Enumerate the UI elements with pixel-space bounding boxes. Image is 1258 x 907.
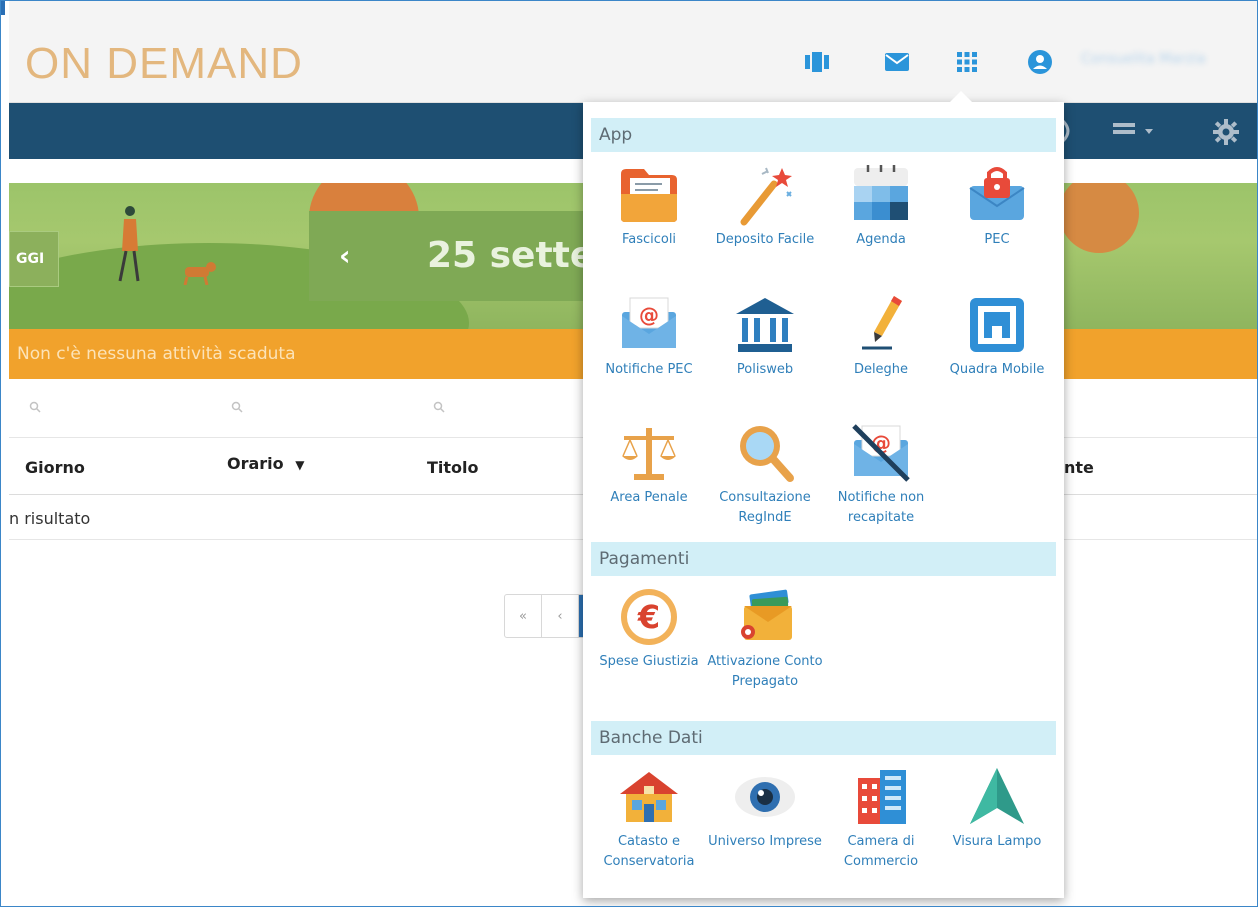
sort-desc-icon[interactable]: ▼	[295, 458, 304, 472]
tile-label: Universo Imprese	[708, 834, 822, 849]
previous-page-button[interactable]: ‹	[542, 595, 579, 637]
tile-label: Notifiche non recapitate	[837, 490, 925, 525]
column-header-orario[interactable]: Orario ▼	[227, 454, 304, 473]
app-quadra-mobile[interactable]: Quadra Mobile	[939, 292, 1055, 380]
tile-label: Visura Lampo	[952, 834, 1042, 849]
locked-mail-icon	[969, 167, 1025, 220]
tile-label: Quadra Mobile	[949, 362, 1045, 377]
courthouse-icon	[736, 298, 794, 352]
apps-dropdown: App Fascicoli Deposito Facile Agenda PEC…	[583, 102, 1064, 898]
no-results-text: n risultato	[9, 509, 91, 528]
dropdown-caret	[949, 91, 973, 103]
search-icon[interactable]	[433, 401, 445, 413]
tile-label: Deposito Facile	[715, 232, 815, 247]
visura-icon	[970, 768, 1024, 824]
app-window: ON DEMAND Consuelita Marzia GGI ‹ 25 set…	[0, 0, 1258, 907]
tile-label: Spese Giustizia	[599, 654, 699, 669]
app-area-penale[interactable]: Area Penale	[591, 420, 707, 508]
tile-label: Area Penale	[610, 490, 688, 505]
list-menu-icon[interactable]	[1113, 121, 1157, 141]
tile-label: Agenda	[856, 232, 906, 247]
app-catasto-e-conservatoria[interactable]: Catasto e Conservatoria	[591, 764, 707, 872]
gear-icon[interactable]	[1213, 119, 1239, 145]
section-pagamenti: Pagamenti	[591, 542, 1056, 576]
euro-icon: €	[621, 589, 677, 645]
mail-icon[interactable]	[884, 49, 910, 75]
tile-label: Attivazione Conto Prepagato	[707, 654, 823, 689]
magnifier-icon	[740, 426, 794, 482]
section-banche-dati: Banche Dati	[591, 721, 1056, 755]
tile-label: Notifiche PEC	[605, 362, 693, 377]
banner-tree-right	[1059, 183, 1139, 253]
previous-date-button[interactable]: ‹	[339, 239, 351, 272]
dog-illustration	[183, 262, 216, 285]
app-attivazione-conto-prepagato[interactable]: Attivazione Conto Prepagato	[707, 584, 823, 692]
search-icon[interactable]	[29, 401, 41, 413]
app-universo-imprese[interactable]: Universo Imprese	[707, 764, 823, 852]
app-agenda[interactable]: Agenda	[823, 162, 939, 250]
eye-icon	[735, 777, 795, 817]
presentation-icon[interactable]	[804, 49, 830, 75]
quadra-icon	[970, 298, 1024, 352]
window-accent	[1, 1, 5, 15]
column-header-titolo[interactable]: Titolo	[427, 458, 479, 477]
app-visura-lampo[interactable]: Visura Lampo	[939, 764, 1055, 852]
tile-label: Polisweb	[736, 362, 794, 377]
top-header: ON DEMAND Consuelita Marzia	[9, 1, 1257, 103]
undelivered-mail-icon: @	[852, 424, 910, 482]
app-consultazione-reginde[interactable]: Consultazione RegIndE	[707, 420, 823, 528]
user-name[interactable]: Consuelita Marzia	[1081, 51, 1257, 73]
scales-icon	[622, 428, 676, 480]
pencil-icon	[862, 296, 902, 350]
app-notifiche-pec[interactable]: @ Notifiche PEC	[591, 292, 707, 380]
first-page-button[interactable]: «	[505, 595, 542, 637]
house-icon	[620, 772, 678, 822]
today-button[interactable]: GGI	[9, 231, 59, 287]
folder-icon	[621, 169, 677, 222]
user-icon[interactable]	[1027, 49, 1053, 75]
brand-logo[interactable]: ON DEMAND	[25, 39, 303, 89]
app-camera-di-commercio[interactable]: Camera di Commercio	[823, 764, 939, 872]
app-spese-giustizia[interactable]: € Spese Giustizia	[591, 584, 707, 672]
app-pec[interactable]: PEC	[939, 162, 1055, 250]
app-deleghe[interactable]: Deleghe	[823, 292, 939, 380]
section-app: App	[591, 118, 1056, 152]
walker-illustration	[118, 206, 140, 282]
buildings-icon	[858, 770, 906, 824]
app-notifiche-non-recapitate[interactable]: @ Notifiche non recapitate	[823, 420, 939, 528]
pagination: « ‹	[504, 594, 588, 638]
wallet-icon	[741, 589, 792, 640]
tile-label: Fascicoli	[621, 232, 677, 247]
at-mail-icon: @	[622, 297, 676, 348]
alert-message: Non c'è nessuna attività scaduta	[17, 344, 296, 364]
tile-label: Consultazione RegIndE	[719, 490, 811, 525]
svg-text:€: €	[637, 598, 660, 636]
search-icon[interactable]	[231, 401, 243, 413]
apps-grid-icon[interactable]	[954, 49, 980, 75]
tile-label: Camera di Commercio	[843, 834, 919, 869]
app-polisweb[interactable]: Polisweb	[707, 292, 823, 380]
column-header-partial[interactable]: nte	[1064, 458, 1094, 477]
calendar-icon	[854, 165, 908, 220]
magic-wand-icon	[740, 167, 792, 226]
app-deposito-facile[interactable]: Deposito Facile	[707, 162, 823, 250]
svg-text:@: @	[639, 303, 659, 327]
app-fascicoli[interactable]: Fascicoli	[591, 162, 707, 250]
column-header-label: Orario	[227, 454, 284, 473]
tile-label: Catasto e Conservatoria	[603, 834, 695, 869]
tile-label: PEC	[984, 232, 1010, 247]
column-header-giorno[interactable]: Giorno	[25, 458, 85, 477]
tile-label: Deleghe	[853, 362, 909, 377]
